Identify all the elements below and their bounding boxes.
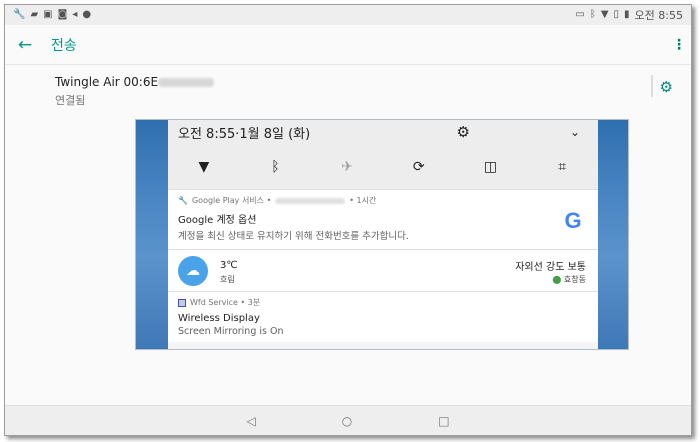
google-logo-icon: G <box>564 208 582 233</box>
weather-temp: 3℃ <box>220 260 238 271</box>
bluetooth-icon: ᛒ <box>589 9 596 20</box>
mirrored-screen: 오전 8:55·1월 8일 (화) ⚙ ⌄ ▼ ᛒ ✈ ⟳ ◫ ⌗ 🔧 Goog… <box>135 119 629 350</box>
notification-shade: 오전 8:55·1월 8일 (화) ⚙ ⌄ ▼ ᛒ ✈ ⟳ ◫ ⌗ 🔧 Goog… <box>168 120 598 349</box>
cloud-icon: ☁ <box>178 256 208 286</box>
bluetooth-tile-icon[interactable]: ᛒ <box>260 159 290 175</box>
notification-header: 🔧 Google Play 서비스 • • 1시간 <box>178 195 588 206</box>
notification-body: Screen Mirroring is On <box>178 326 284 337</box>
notification-header: Wfd Service • 3분 <box>178 297 588 308</box>
location-pin-icon: ⬤ <box>552 275 562 284</box>
wfd-icon: ◙ <box>57 9 68 20</box>
home-nav-icon[interactable]: ○ <box>342 414 352 428</box>
qs-datetime: 오전 8:55·1월 8일 (화) <box>178 126 311 142</box>
gear-icon[interactable]: ⚙ <box>660 78 673 96</box>
redacted-address <box>158 78 215 87</box>
divider <box>651 75 653 97</box>
wfd-service-icon <box>178 298 186 307</box>
overflow-menu-icon[interactable]: ⋮ <box>667 37 691 53</box>
weather-location: ⬤ 효창동 <box>552 274 586 285</box>
uv-index: 자외선 강도 보통 <box>515 262 586 273</box>
quick-settings-tiles: ▼ ᛒ ✈ ⟳ ◫ ⌗ <box>168 144 598 190</box>
device-status: 연결됨 <box>55 94 86 107</box>
rotate-tile-icon[interactable]: ⟳ <box>404 159 434 175</box>
screen-frame: 🔧 ▰ ▣ ◙ ◂ ● ▭ ᛒ ▼ ▯ ▮ 오전 8:55 ← 전송 ⋮ Twi… <box>4 4 692 436</box>
recents-nav-icon[interactable]: □ <box>438 414 449 428</box>
notification-app: Wfd Service • 3분 <box>190 298 261 307</box>
files-icon: ▰ <box>30 9 39 20</box>
app-bar: ← 전송 ⋮ <box>5 25 691 65</box>
notification-app: Google Play 서비스 • <box>191 196 272 205</box>
weather-card[interactable]: ☁ 3℃ 흐림 자외선 강도 보통 ⬤ 효창동 <box>168 250 598 292</box>
redacted-email <box>275 197 346 204</box>
chevron-down-icon[interactable]: ⌄ <box>570 125 580 139</box>
crop-tile-icon[interactable]: ⌗ <box>547 159 577 175</box>
no-sim-icon: ▯ <box>613 9 620 20</box>
back-arrow-icon[interactable]: ← <box>5 35 45 55</box>
notification-title: Wireless Display <box>178 313 260 324</box>
settings-gear-icon[interactable]: ⚙ <box>456 123 469 141</box>
battery-icon: ▮ <box>624 9 630 20</box>
wrench-icon: 🔧 <box>13 9 26 20</box>
cast-icon: ▭ <box>575 9 585 20</box>
airplane-tile-icon[interactable]: ✈ <box>332 159 362 175</box>
device-item[interactable]: Twingle Air 00:6E 연결됨 <box>55 75 215 108</box>
back-nav-icon[interactable]: ◁ <box>246 414 255 428</box>
wifi-tile-icon[interactable]: ▼ <box>189 159 219 175</box>
google-notification[interactable]: 🔧 Google Play 서비스 • • 1시간 Google 계정 옵션 계… <box>168 190 598 250</box>
navigation-bar: ◁ ○ □ <box>5 405 691 435</box>
notification-title: Google 계정 옵션 <box>178 215 257 226</box>
notification-time: • 1시간 <box>349 196 377 205</box>
image-icon: ▣ <box>43 9 53 20</box>
page-title: 전송 <box>51 37 77 54</box>
device-name-row: Twingle Air 00:6E <box>55 75 215 89</box>
book-tile-icon[interactable]: ◫ <box>475 159 505 175</box>
wifi-icon: ▼ <box>600 9 609 20</box>
location-name: 효창동 <box>563 275 586 284</box>
notification-body: 계정을 최신 상태로 유지하기 위해 전화번호를 추가합니다. <box>178 231 409 242</box>
volume-icon: ◂ <box>72 9 78 20</box>
weather-desc: 흐림 <box>220 275 235 284</box>
status-time: 오전 8:55 <box>634 9 683 22</box>
wrench-icon: 🔧 <box>178 196 188 205</box>
wfd-notification[interactable]: Wfd Service • 3분 Wireless Display Screen… <box>168 292 598 342</box>
quick-settings-header: 오전 8:55·1월 8일 (화) ⚙ ⌄ <box>168 120 598 144</box>
dot-icon: ● <box>82 9 92 20</box>
status-bar: 🔧 ▰ ▣ ◙ ◂ ● ▭ ᛒ ▼ ▯ ▮ 오전 8:55 <box>5 5 691 25</box>
device-name: Twingle Air 00:6E <box>55 75 159 89</box>
